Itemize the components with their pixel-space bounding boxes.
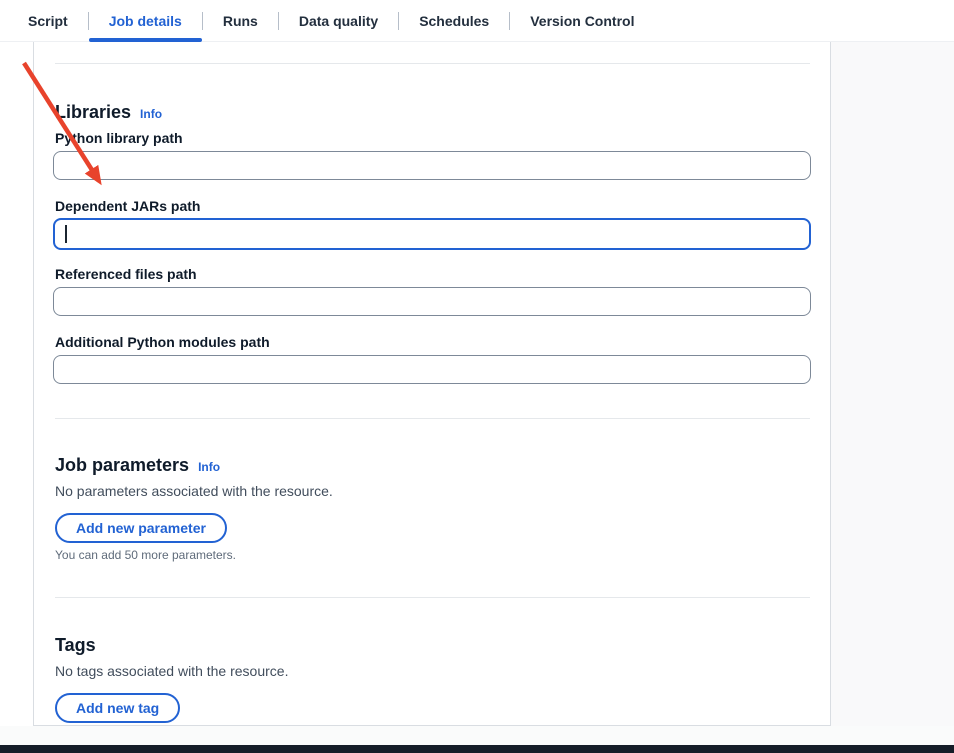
referenced-files-path-input[interactable] [53,287,811,316]
tab-bar: Script Job details Runs Data quality Sch… [0,0,954,42]
section-divider [55,418,810,419]
python-library-path-input[interactable] [53,151,811,180]
tab-job-details[interactable]: Job details [89,0,202,42]
job-parameters-info-link[interactable]: Info [198,460,220,474]
section-divider [55,597,810,598]
add-new-tag-button[interactable]: Add new tag [55,693,180,723]
additional-python-modules-path-input[interactable] [53,355,811,384]
dependent-jars-path-field [53,218,811,250]
additional-python-modules-path-label: Additional Python modules path [55,334,270,350]
page-background-bottom [0,726,954,745]
add-new-parameter-button[interactable]: Add new parameter [55,513,227,543]
dependent-jars-path-input[interactable] [53,218,811,250]
tab-schedules[interactable]: Schedules [399,0,509,42]
libraries-title: Libraries [55,101,131,123]
additional-python-modules-path-field [53,355,811,384]
tab-version-control[interactable]: Version Control [510,0,654,42]
job-parameters-empty-text: No parameters associated with the resour… [55,482,333,500]
job-parameters-helper-text: You can add 50 more parameters. [55,548,236,562]
referenced-files-path-field [53,287,811,316]
tab-data-quality[interactable]: Data quality [279,0,398,42]
job-parameters-title: Job parameters [55,454,189,476]
tags-section-header: Tags [55,634,96,656]
python-library-path-label: Python library path [55,130,183,146]
libraries-info-link[interactable]: Info [140,107,162,121]
tab-script[interactable]: Script [8,0,88,42]
tags-title: Tags [55,634,96,656]
referenced-files-path-label: Referenced files path [55,266,197,282]
dependent-jars-path-label: Dependent JARs path [55,198,200,214]
job-parameters-section-header: Job parameters Info [55,454,220,476]
section-divider [55,63,810,64]
tab-runs[interactable]: Runs [203,0,278,42]
libraries-section-header: Libraries Info [55,101,162,123]
python-library-path-field [53,151,811,180]
tags-empty-text: No tags associated with the resource. [55,662,288,680]
job-details-panel: Libraries Info Python library path Depen… [33,42,831,726]
page-background-right [831,42,954,745]
console-footer-bar [0,745,954,753]
